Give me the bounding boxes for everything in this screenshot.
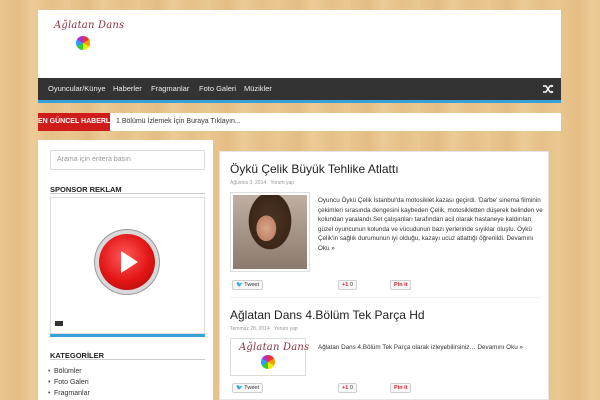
- nav-item-oyuncular[interactable]: Oyuncular/Künye: [48, 78, 106, 100]
- main-nav: Oyuncular/Künye Haberler Fragmanlar Foto…: [38, 78, 561, 100]
- pinit-button[interactable]: Pin it: [390, 280, 412, 290]
- post-thumbnail[interactable]: Ağlatan Dans: [230, 338, 310, 376]
- play-button-icon[interactable]: [99, 234, 155, 290]
- site-header: Ağlatan Dans: [38, 10, 561, 78]
- post-date: Ağustos 3, 2014: [230, 180, 267, 186]
- logo-flower-icon: [76, 36, 90, 50]
- tweet-button[interactable]: 🐦 Tweet: [232, 383, 263, 393]
- logo-text: Ağlatan Dans: [54, 20, 125, 31]
- post-meta: Ağustos 3, 2014 Yorum yap: [230, 180, 294, 186]
- comment-link[interactable]: Yorum yap: [274, 326, 298, 332]
- category-item-foto-galeri[interactable]: Foto Galeri: [48, 379, 89, 386]
- post-divider: [230, 297, 540, 298]
- sponsor-badge-icon: [55, 321, 63, 326]
- news-ticker: EN GÜNCEL HABERLER 1.Bölümü İzlemek İçin…: [38, 113, 561, 131]
- category-item-fragmanlar[interactable]: Fragmanlar: [48, 390, 90, 397]
- post-title[interactable]: Öykü Çelik Büyük Tehlike Atlattı: [230, 162, 399, 176]
- search-input[interactable]: Arama için entera basın: [50, 150, 205, 170]
- nav-item-foto-galeri[interactable]: Foto Galeri: [199, 78, 236, 100]
- video-accent-bar: [50, 334, 205, 337]
- nav-accent-bar: [38, 100, 561, 103]
- post-title[interactable]: Ağlatan Dans 4.Bölüm Tek Parça Hd: [230, 308, 425, 322]
- nav-item-fragmanlar[interactable]: Fragmanlar: [151, 78, 189, 100]
- sidebar: Arama için entera basın SPONSOR REKLAM K…: [38, 140, 213, 400]
- logo-text: Ağlatan Dans: [239, 342, 310, 353]
- nav-item-haberler[interactable]: Haberler: [113, 78, 142, 100]
- nav-item-muzikler[interactable]: Müzikler: [244, 78, 272, 100]
- post-date: Temmuz 28, 2014: [230, 326, 270, 332]
- post-excerpt: Ağlatan Dans 4.Bölüm Tek Parça olarak iz…: [318, 344, 523, 351]
- sponsor-video[interactable]: [50, 197, 205, 334]
- gplus-button[interactable]: +1 0: [338, 280, 357, 290]
- pinit-button[interactable]: Pin it: [390, 383, 412, 393]
- post-thumbnail[interactable]: [230, 192, 310, 272]
- logo-flower-icon: [261, 355, 275, 369]
- widget-divider: [50, 359, 205, 360]
- ticker-link[interactable]: 1.Bölümü İzlemek İçin Buraya Tıklayın...: [116, 113, 241, 131]
- gplus-button[interactable]: +1 0: [338, 383, 357, 393]
- ticker-label: EN GÜNCEL HABERLER: [38, 113, 120, 131]
- post-excerpt: Oyuncu Öykü Çelik İstanbul'da motosiklet…: [318, 197, 543, 252]
- comment-link[interactable]: Yorum yap: [270, 180, 294, 186]
- widget-divider: [50, 193, 205, 194]
- post-list: Öykü Çelik Büyük Tehlike Atlattı Ağustos…: [219, 151, 549, 400]
- post-meta: Temmuz 28, 2014 Yorum yap: [230, 326, 298, 332]
- site-logo[interactable]: Ağlatan Dans: [54, 20, 125, 60]
- tweet-button[interactable]: 🐦 Tweet: [232, 280, 263, 290]
- shuffle-icon[interactable]: [542, 83, 554, 95]
- category-item-bolumler[interactable]: Bölümler: [48, 368, 82, 375]
